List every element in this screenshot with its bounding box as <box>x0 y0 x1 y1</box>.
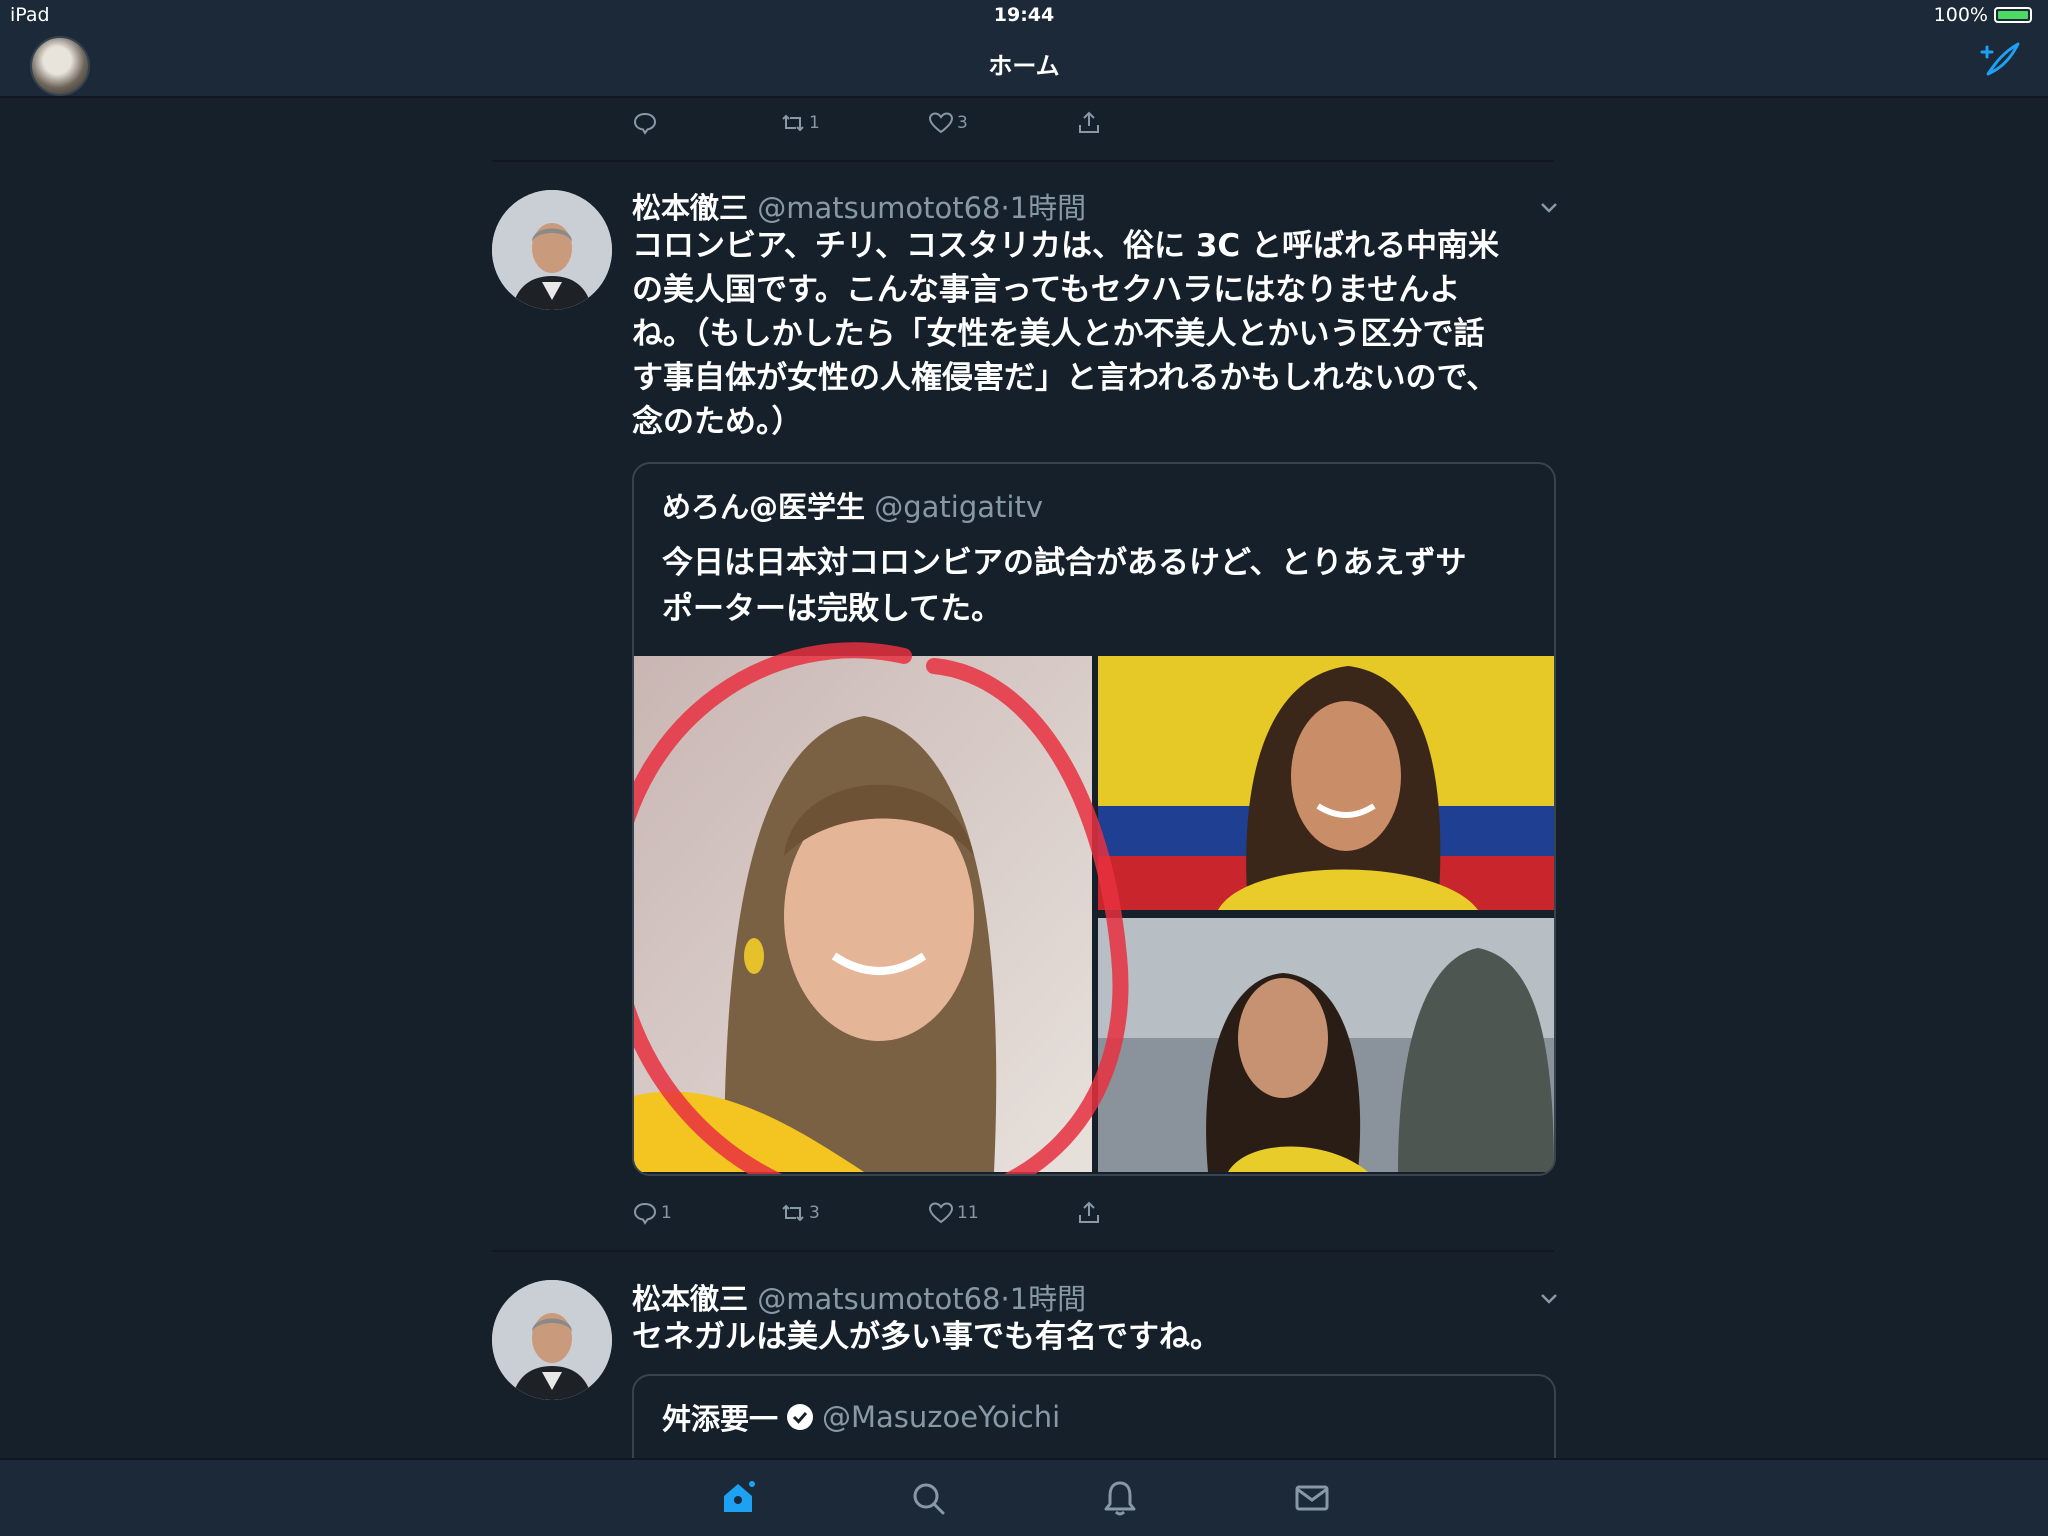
tweet-text: コロンビア、チリ、コスタリカは、俗に 3C と呼ばれる中南米 の美人国です。こん… <box>632 224 1562 444</box>
quote-header: 舛添要一 @MasuzoeYoichi <box>634 1396 1554 1438</box>
chevron-down-icon[interactable] <box>1538 1287 1560 1309</box>
tweet-text-line: す事自体が女性の人権侵害だ」と言われるかもしれないので、 <box>632 360 1498 396</box>
quote-author-name: 舛添要一 <box>662 1402 779 1436</box>
reply-icon <box>633 112 657 135</box>
mail-icon[interactable] <box>1292 1478 1332 1518</box>
reply-icon <box>633 1202 657 1225</box>
tweet-text-line: の美人国です。こんな事言ってもセクハラにはなりませんよ <box>632 272 1461 308</box>
tweet-actions: 1 3 11 <box>632 1200 1224 1226</box>
quoted-tweet[interactable]: めろん@医学生 @gatigatitv 今日は日本対コロンビアの試合があるけど、… <box>632 462 1556 1176</box>
share-icon <box>1079 1201 1099 1223</box>
retweet-count: 1 <box>809 113 820 133</box>
media-grid <box>634 642 1554 1174</box>
search-icon[interactable] <box>908 1478 948 1518</box>
bell-icon[interactable] <box>1100 1478 1140 1518</box>
author-avatar[interactable] <box>492 190 612 310</box>
tweet-header: 松本徹三 @matsumotot68·1時間 <box>632 185 1086 227</box>
like-button[interactable]: 11 <box>928 1200 1076 1226</box>
quote-text-line: ポーターは完敗してた。 <box>662 591 1003 627</box>
tweet-time: ·1時間 <box>1000 191 1087 225</box>
author-handle[interactable]: @matsumotot68 <box>757 191 1000 225</box>
compose-tweet-icon[interactable] <box>1978 40 2022 84</box>
tweet-actions: 1 3 <box>632 110 1224 136</box>
heart-icon <box>928 1202 954 1224</box>
heart-icon <box>928 112 954 134</box>
tweet-divider <box>492 160 1554 162</box>
tweet-header: 松本徹三 @matsumotot68·1時間 <box>632 1276 1086 1318</box>
quote-text-line: 今日は日本対コロンビアの試合があるけど、とりあえずサ <box>662 545 1467 581</box>
chevron-down-icon[interactable] <box>1538 196 1560 218</box>
author-handle[interactable]: @matsumotot68 <box>757 1282 1000 1316</box>
page-title: ホーム <box>988 52 1060 80</box>
quote-text: 今日は日本対コロンビアの試合があるけど、とりあえずサ ポーターは完敗してた。 <box>634 540 1554 632</box>
author-name[interactable]: 松本徹三 <box>632 1282 748 1316</box>
verified-badge-icon <box>787 1404 814 1430</box>
like-button[interactable]: 3 <box>928 110 1076 136</box>
retweet-button[interactable]: 1 <box>780 110 928 136</box>
like-count: 3 <box>957 113 968 133</box>
retweet-button[interactable]: 3 <box>780 1200 928 1226</box>
author-avatar[interactable] <box>492 1280 612 1400</box>
reply-button[interactable] <box>632 110 780 136</box>
retweet-icon <box>782 1204 804 1222</box>
status-indicators: 100% <box>1934 4 2032 26</box>
top-bar: iPad 19:44 100% ホーム <box>0 0 2048 98</box>
tweet-text-line: ね。（もしかしたら「女性を美人とか不美人とかいう区分で話 <box>632 316 1485 352</box>
status-time: 19:44 <box>993 4 1055 26</box>
like-count: 11 <box>957 1203 979 1223</box>
retweet-count: 3 <box>809 1203 820 1223</box>
tweet-text-line: コロンビア、チリ、コスタリカは、俗に 3C と呼ばれる中南米 <box>632 228 1499 264</box>
home-icon[interactable] <box>718 1478 758 1518</box>
share-button[interactable] <box>1076 1200 1224 1226</box>
share-button[interactable] <box>1076 110 1224 136</box>
quote-author-name: めろん@医学生 <box>662 490 866 524</box>
annotation-circle <box>634 642 1129 1174</box>
quote-header: めろん@医学生 @gatigatitv <box>634 484 1554 526</box>
battery-percent: 100% <box>1933 4 1988 26</box>
tweet-text-line: 念のため。） <box>632 404 803 440</box>
tweet-text: セネガルは美人が多い事でも有名ですね。 <box>632 1319 1221 1355</box>
author-name[interactable]: 松本徹三 <box>632 191 748 225</box>
reply-button[interactable]: 1 <box>632 1200 780 1226</box>
quote-author-handle: @gatigatitv <box>874 490 1043 524</box>
tweet-time: ·1時間 <box>1000 1282 1087 1316</box>
share-icon <box>1079 111 1099 133</box>
tweet-divider <box>492 1250 1554 1252</box>
quote-author-handle: @MasuzoeYoichi <box>822 1400 1061 1434</box>
battery-icon <box>1994 7 2032 23</box>
retweet-icon <box>782 114 804 132</box>
tab-bar <box>0 1458 2048 1536</box>
reply-count: 1 <box>661 1203 672 1223</box>
